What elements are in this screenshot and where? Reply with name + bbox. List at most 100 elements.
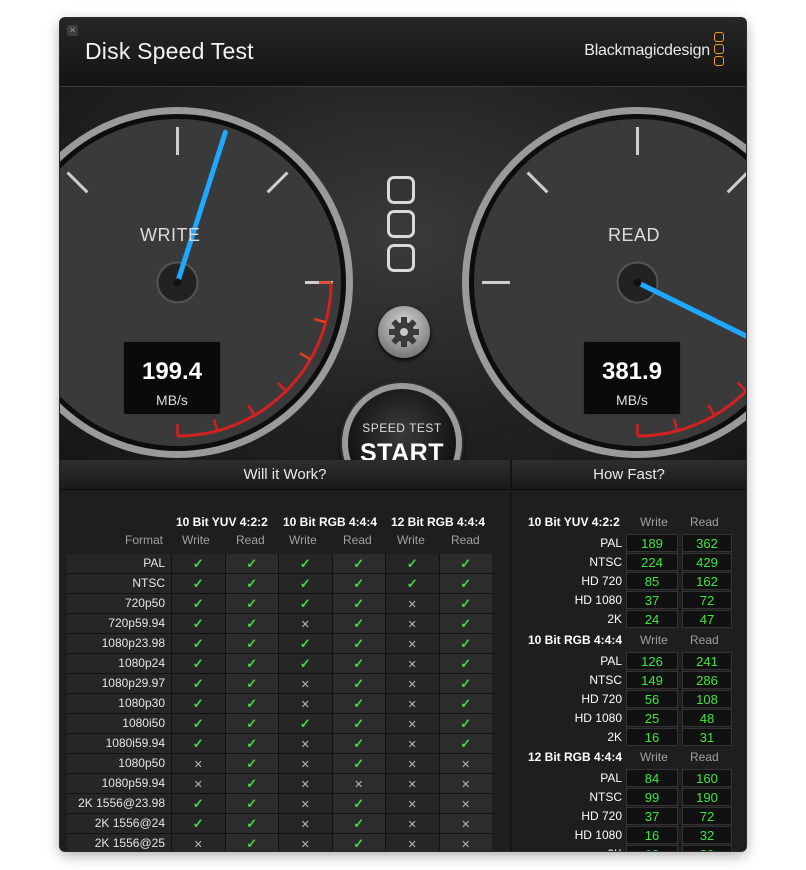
result-cell: ✓ <box>331 714 385 733</box>
check-icon: ✓ <box>353 576 365 591</box>
check-icon: ✓ <box>406 576 418 591</box>
format-label: 1080p50 <box>67 754 171 773</box>
read-fps-value: 286 <box>682 671 732 689</box>
write-fps-value: 56 <box>626 690 678 708</box>
speed-row-label: HD 720 <box>581 692 622 706</box>
cross-icon: ✕ <box>300 699 310 711</box>
cross-icon: ✕ <box>407 759 417 771</box>
result-cell: ✓ <box>278 634 332 653</box>
read-fps-value: 48 <box>682 709 732 727</box>
table-row: 720p50 ✓ ✓ ✓ ✓ ✕ ✓ <box>67 594 495 614</box>
write-fps-value: 37 <box>626 591 678 609</box>
cross-icon: ✕ <box>300 779 310 791</box>
cross-icon: ✕ <box>407 799 417 811</box>
result-cell: ✓ <box>171 694 225 713</box>
cross-icon: ✕ <box>407 639 417 651</box>
speed-row-label: 2K <box>607 612 622 626</box>
check-icon: ✓ <box>192 616 204 631</box>
speed-group-title: 12 Bit RGB 4:4:4 <box>528 750 623 764</box>
result-cell: ✕ <box>385 594 439 613</box>
result-cell: ✓ <box>385 554 439 573</box>
result-cell: ✓ <box>331 554 385 573</box>
result-cell: ✕ <box>385 694 439 713</box>
check-icon: ✓ <box>246 676 258 691</box>
close-button[interactable]: ✕ <box>67 25 78 36</box>
group-header: 10 Bit RGB 4:4:4 <box>283 515 378 529</box>
read-column-header: Read <box>690 633 719 647</box>
how-fast-panel: How Fast? 10 Bit YUV 4:2:2 Write Read PAL 18… <box>512 460 746 851</box>
result-cell: ✕ <box>385 774 439 793</box>
read-fps-value: 31 <box>682 728 732 746</box>
read-fps-value: 362 <box>682 534 732 552</box>
table-row: NTSC ✓ ✓ ✓ ✓ ✓ ✓ <box>67 574 495 594</box>
result-cell: ✓ <box>331 674 385 693</box>
result-cell: ✓ <box>224 714 278 733</box>
write-fps-value: 25 <box>626 709 678 727</box>
write-speed-value: 199.4 <box>141 358 203 385</box>
speed-group-title: 10 Bit RGB 4:4:4 <box>528 633 623 647</box>
check-icon: ✓ <box>299 556 311 571</box>
check-icon: ✓ <box>353 636 365 651</box>
speed-row: 2K 10 20 <box>512 845 746 851</box>
write-column-header: Write <box>640 750 668 764</box>
cross-icon: ✕ <box>407 779 417 791</box>
check-icon: ✓ <box>192 676 204 691</box>
result-cell: ✓ <box>438 694 492 713</box>
read-gauge-label: READ <box>608 225 661 245</box>
speed-row-label: HD 720 <box>581 809 622 823</box>
write-column-header: Write <box>289 533 317 547</box>
result-cell: ✕ <box>171 754 225 773</box>
group-header: 12 Bit RGB 4:4:4 <box>391 515 486 529</box>
result-cell: ✓ <box>438 654 492 673</box>
read-fps-value: 20 <box>682 845 732 851</box>
check-icon: ✓ <box>246 576 258 591</box>
result-cell: ✓ <box>171 734 225 753</box>
check-icon: ✓ <box>353 836 365 851</box>
result-cell: ✕ <box>171 834 225 851</box>
cross-icon: ✕ <box>461 839 471 851</box>
check-icon: ✓ <box>192 636 204 651</box>
speed-row: HD 1080 25 48 <box>512 709 746 728</box>
speed-row-label: HD 1080 <box>574 828 622 842</box>
check-icon: ✓ <box>246 656 258 671</box>
table-row: PAL ✓ ✓ ✓ ✓ ✓ ✓ <box>67 554 495 574</box>
result-cell: ✓ <box>224 574 278 593</box>
speed-row: NTSC 224 429 <box>512 553 746 572</box>
format-label: 2K 1556@25 <box>67 834 171 851</box>
result-cell: ✕ <box>278 754 332 773</box>
speed-row: HD 1080 37 72 <box>512 591 746 610</box>
read-column-header: Read <box>690 515 719 529</box>
check-icon: ✓ <box>353 656 365 671</box>
read-fps-value: 190 <box>682 788 732 806</box>
result-cell: ✓ <box>278 554 332 573</box>
check-icon: ✓ <box>460 636 472 651</box>
cross-icon: ✕ <box>300 799 310 811</box>
check-icon: ✓ <box>299 716 311 731</box>
settings-gear-icon[interactable] <box>378 306 430 358</box>
result-cell: ✕ <box>278 734 332 753</box>
check-icon: ✓ <box>353 816 365 831</box>
check-icon: ✓ <box>246 736 258 751</box>
read-speed-value: 381.9 <box>601 358 663 385</box>
read-fps-value: 160 <box>682 769 732 787</box>
cross-icon: ✕ <box>407 619 417 631</box>
read-column-header: Read <box>343 533 372 547</box>
read-fps-value: 162 <box>682 572 732 590</box>
check-icon: ✓ <box>246 796 258 811</box>
result-cell: ✓ <box>331 594 385 613</box>
check-icon: ✓ <box>192 656 204 671</box>
write-fps-value: 149 <box>626 671 678 689</box>
result-cell: ✕ <box>385 734 439 753</box>
result-cell: ✕ <box>331 774 385 793</box>
format-label: 2K 1556@24 <box>67 814 171 833</box>
speed-row: HD 1080 16 32 <box>512 826 746 845</box>
format-label: 1080p23.98 <box>67 634 171 653</box>
check-icon: ✓ <box>460 576 472 591</box>
check-icon: ✓ <box>192 696 204 711</box>
result-cell: ✓ <box>171 634 225 653</box>
cross-icon: ✕ <box>461 799 471 811</box>
result-cell: ✓ <box>331 614 385 633</box>
cross-icon: ✕ <box>193 839 203 851</box>
check-icon: ✓ <box>246 596 258 611</box>
result-cell: ✓ <box>224 674 278 693</box>
